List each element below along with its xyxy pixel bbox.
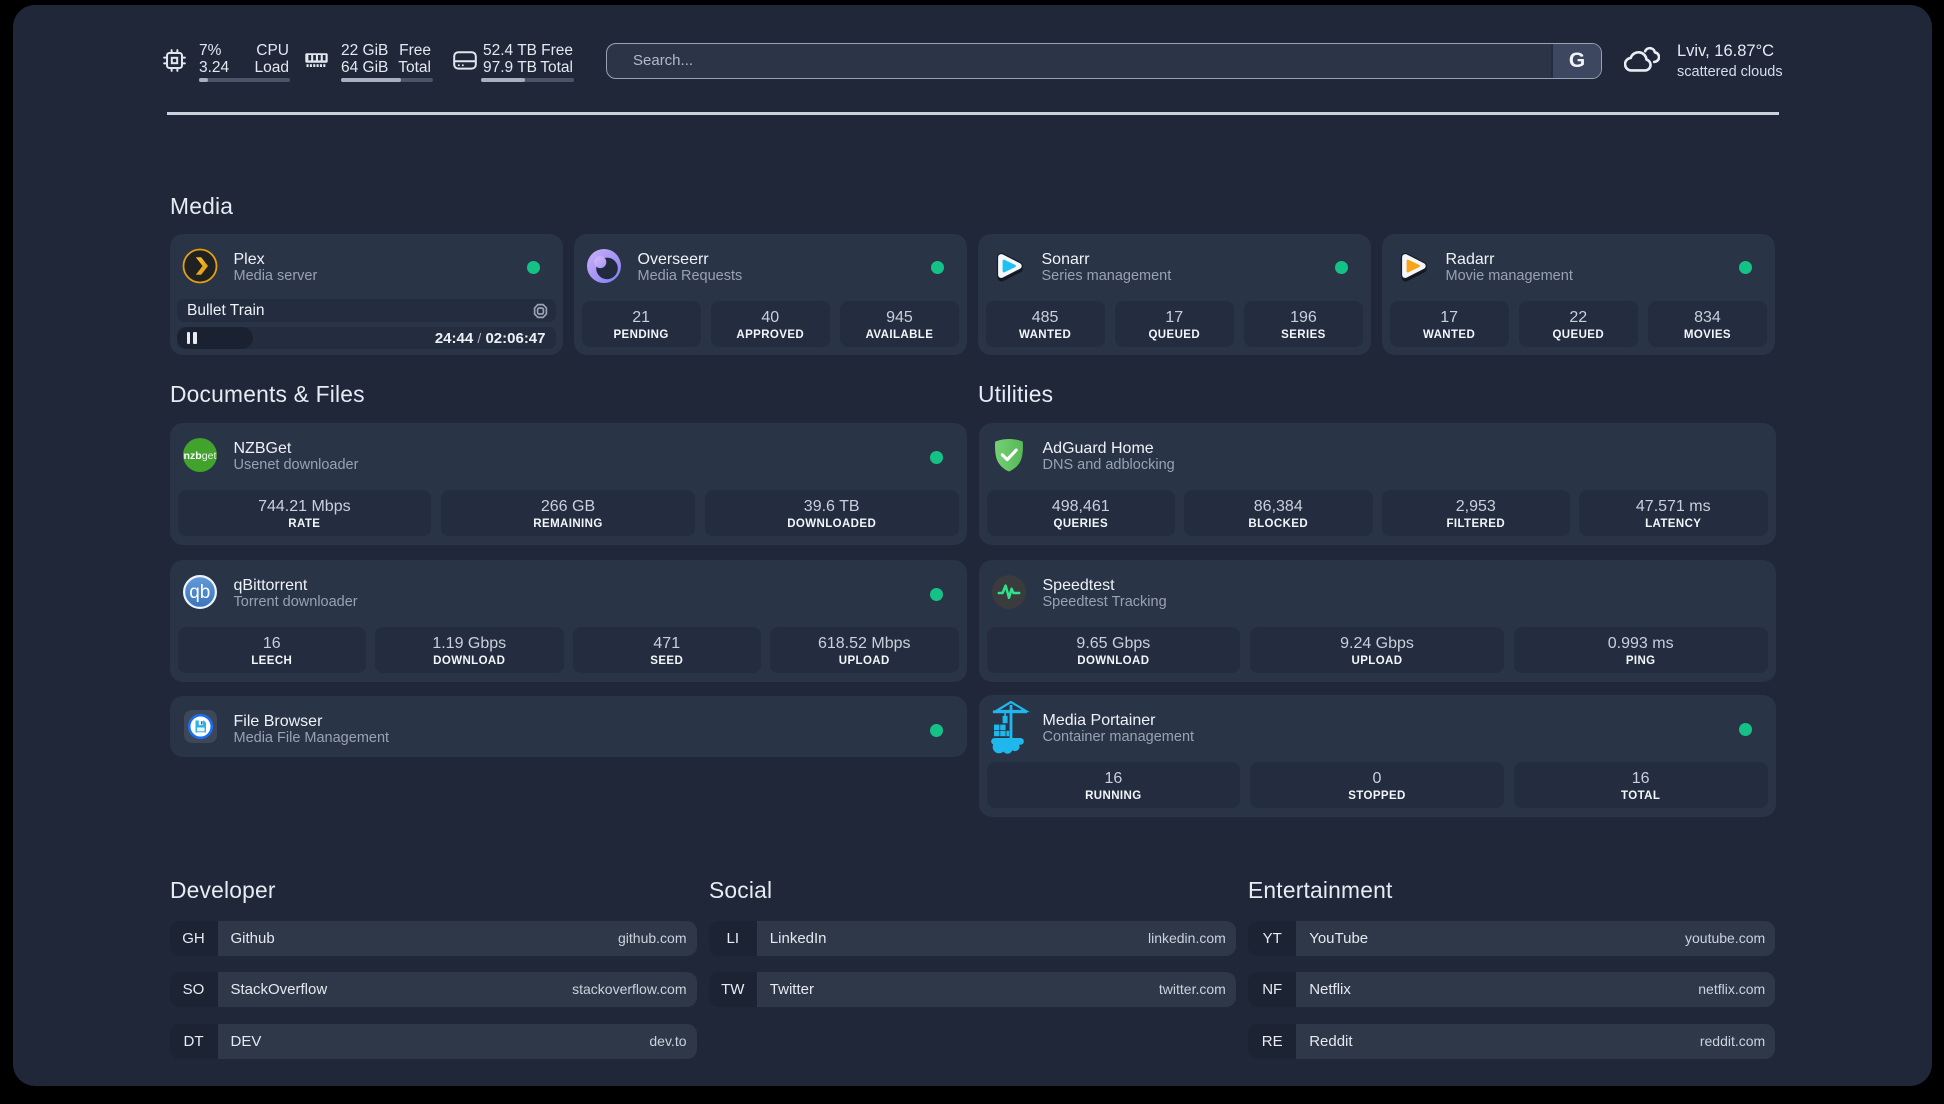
svg-text:qb: qb xyxy=(189,582,210,603)
svg-text:nzbget: nzbget xyxy=(183,450,216,462)
